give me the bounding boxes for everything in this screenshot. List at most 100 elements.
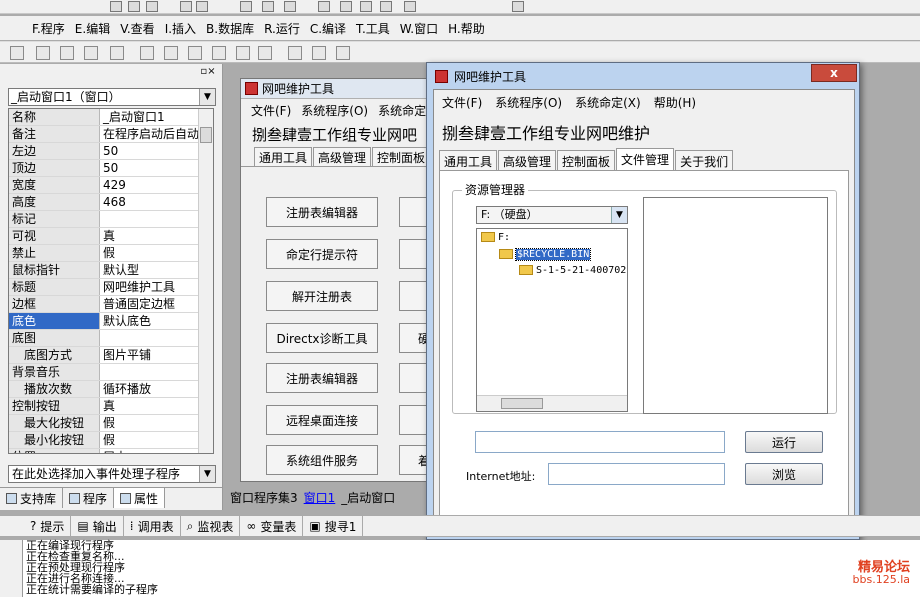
property-value[interactable]: 循环播放 (100, 381, 213, 397)
property-value[interactable]: 50 (100, 143, 213, 159)
toolbar-button-icon[interactable] (340, 1, 352, 12)
toolbar-button-icon[interactable] (196, 1, 208, 12)
property-row[interactable]: 标题 网吧维护工具 (9, 279, 213, 296)
property-row[interactable]: 禁止假 (9, 245, 213, 262)
tab-search1[interactable]: ▣ 搜寻1 (303, 516, 364, 536)
chevron-down-icon[interactable]: ▼ (199, 89, 215, 105)
property-value[interactable]: 图片平铺 (100, 347, 213, 363)
property-row[interactable]: 名称 _启动窗口1 (9, 109, 213, 126)
property-value[interactable]: 在程序启动后自动 (100, 126, 213, 142)
toolbar-button-icon[interactable] (128, 1, 140, 12)
align-icon[interactable] (212, 46, 226, 60)
tab-hint[interactable]: ? 提示 (24, 516, 72, 536)
tree-node-recycle-bin[interactable]: $RECYCLE.BIN (499, 248, 592, 261)
designer-tab-general[interactable]: 通用工具 (254, 147, 313, 166)
folder-tree[interactable]: F: $RECYCLE.BIN S-1-5-21-400702 (476, 228, 628, 412)
tab-file-manager[interactable]: 文件管理 (616, 148, 675, 170)
property-row[interactable]: 标记 (9, 211, 213, 228)
tab-advanced[interactable]: 高级管理 (498, 150, 557, 170)
run-button[interactable]: 运行 (745, 431, 823, 453)
property-row[interactable]: 最大化按钮假 (9, 415, 213, 432)
align-middle-icon[interactable] (164, 46, 178, 60)
toolbar-button-icon[interactable] (380, 1, 392, 12)
scroll-thumb[interactable] (501, 398, 543, 409)
dialog-menu-system[interactable]: 系统程序(O) (495, 94, 562, 111)
designer-button-remote-desktop[interactable]: 远程桌面连接 (266, 405, 378, 435)
property-row[interactable]: 背景音乐 (9, 364, 213, 381)
tree-node-sid-folder[interactable]: S-1-5-21-400702 (519, 265, 626, 276)
property-row[interactable]: 顶边 50 (9, 160, 213, 177)
toolbar-button-icon[interactable] (404, 1, 416, 12)
property-value[interactable]: 默认底色 (100, 313, 213, 329)
run-icon[interactable] (318, 1, 330, 12)
tab-general-tools[interactable]: 通用工具 (439, 150, 498, 170)
menu-program[interactable]: F.程序 (32, 20, 65, 37)
property-value[interactable]: 假 (100, 432, 213, 448)
property-row[interactable]: 左边 50 (9, 143, 213, 160)
dialog-menu-help[interactable]: 帮助(H) (654, 94, 696, 111)
property-value[interactable]: 468 (100, 194, 213, 210)
center-icon[interactable] (336, 46, 350, 60)
menu-help[interactable]: H.帮助 (448, 20, 485, 37)
property-row[interactable]: 边框 普通固定边框 (9, 296, 213, 313)
designer-menu-command[interactable]: 系统命定 (378, 102, 426, 119)
object-selector[interactable]: _启动窗口1（窗口） ▼ (8, 88, 216, 106)
scroll-thumb[interactable] (200, 127, 212, 143)
property-row[interactable]: 可视真 (9, 228, 213, 245)
form-designer[interactable]: 网吧维护工具 文件(F) 系统程序(O) 系统命定 捌叁肆壹工作组专业网吧 通用… (240, 78, 432, 482)
property-row[interactable]: 宽度 429 (9, 177, 213, 194)
toolbar-button-icon[interactable] (360, 1, 372, 12)
property-value[interactable] (100, 330, 213, 346)
toolbar-button-icon[interactable] (110, 1, 122, 12)
menu-run[interactable]: R.运行 (264, 20, 300, 37)
property-row[interactable]: 最小化按钮假 (9, 432, 213, 449)
property-value[interactable]: 50 (100, 160, 213, 176)
property-value[interactable]: 假 (100, 415, 213, 431)
doc-tab-module[interactable]: 窗口程序集3 (230, 489, 298, 506)
chevron-down-icon[interactable]: ▼ (199, 466, 215, 482)
property-value[interactable]: 普通固定边框 (100, 296, 213, 312)
property-value[interactable]: 居中 (100, 449, 213, 453)
tab-output[interactable]: ▤ 输出 (71, 516, 124, 536)
align-center-icon[interactable] (60, 46, 74, 60)
align-top-icon[interactable] (140, 46, 154, 60)
designer-button-regedit-2[interactable]: 注册表编辑器 (266, 363, 378, 393)
doc-tab-startup-window[interactable]: _启动窗口 (341, 489, 395, 506)
designer-button-regedit[interactable]: 注册表编辑器 (266, 197, 378, 227)
grid-icon[interactable] (10, 46, 24, 60)
menu-edit[interactable]: E.编辑 (75, 20, 110, 37)
toolbar-button-icon[interactable] (180, 1, 192, 12)
property-row[interactable]: 底图方式 图片平铺 (9, 347, 213, 364)
toolbar-button-icon[interactable] (262, 1, 274, 12)
dialog-title-bar[interactable]: 网吧维护工具 (427, 63, 859, 89)
menu-database[interactable]: B.数据库 (206, 20, 254, 37)
designer-button-component-services[interactable]: 系统组件服务 (266, 445, 378, 475)
path-input[interactable] (475, 431, 725, 453)
tree-node-drive[interactable]: F: (481, 232, 510, 243)
panel-close-icon[interactable]: ▫× (199, 66, 217, 78)
designer-menu-file[interactable]: 文件(F) (251, 102, 291, 119)
tab-variables[interactable]: ∞ 变量表 (240, 516, 304, 536)
designer-tab-advanced[interactable]: 高级管理 (313, 147, 372, 166)
toolbar-button-icon[interactable] (146, 1, 158, 12)
property-row[interactable]: 控制按钮真 (9, 398, 213, 415)
internet-address-input[interactable] (548, 463, 725, 485)
designer-menu-system[interactable]: 系统程序(O) (301, 102, 368, 119)
property-row[interactable]: 播放次数 循环播放 (9, 381, 213, 398)
toolbar-button-icon[interactable] (512, 1, 524, 12)
designer-button-dxdiag[interactable]: Directx诊断工具 (266, 323, 378, 353)
tab-support-library[interactable]: 支持库 (0, 488, 64, 508)
property-value[interactable]: 假 (100, 245, 213, 261)
property-row[interactable]: 底色 默认底色 (9, 313, 213, 330)
property-value[interactable]: 真 (100, 228, 213, 244)
tab-call-stack[interactable]: ⁞ 调用表 (124, 516, 181, 536)
property-value[interactable]: 网吧维护工具 (100, 279, 213, 295)
dialog-menu-file[interactable]: 文件(F) (442, 94, 482, 111)
property-row[interactable]: 备注 在程序启动后自动 (9, 126, 213, 143)
property-row[interactable]: 鼠标指针 默认型 (9, 262, 213, 279)
property-grid-scrollbar[interactable] (198, 109, 213, 453)
event-selector[interactable]: 在此处选择加入事件处理子程序 ▼ (8, 465, 216, 483)
property-value[interactable]: 真 (100, 398, 213, 414)
same-width-icon[interactable] (236, 46, 250, 60)
designer-tab-control[interactable]: 控制面板 (372, 147, 431, 166)
